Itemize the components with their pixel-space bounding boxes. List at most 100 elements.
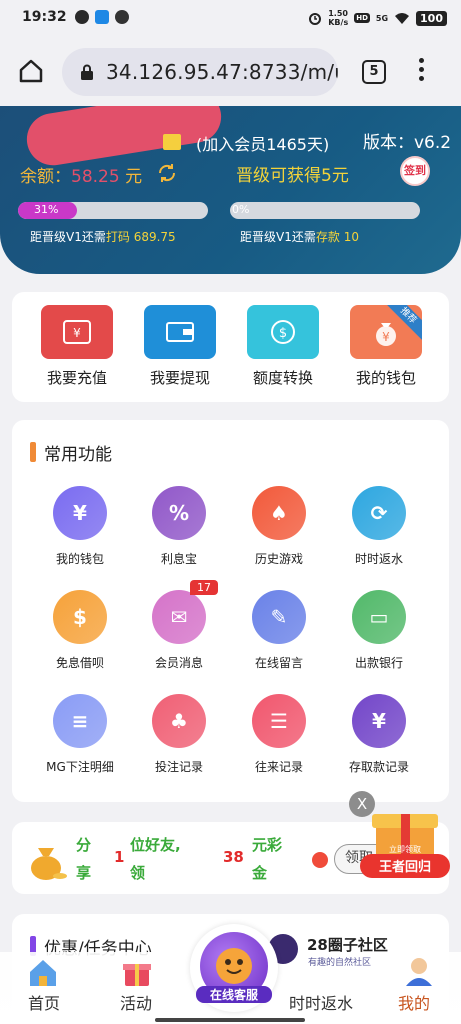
money-bag-icon — [31, 848, 67, 880]
function-item-4[interactable]: $ 免息借呗 — [30, 590, 130, 671]
deposit-requirement: 距晋级V1还需存款 10 — [240, 228, 359, 245]
invite-text-bonus-1: 元彩 — [252, 836, 283, 854]
deposit-need-value: 10 — [343, 230, 359, 244]
activity-gift-icon — [123, 964, 151, 986]
invite-text-share-1: 分 — [76, 836, 92, 854]
alarm-icon — [309, 13, 322, 25]
function-item-3[interactable]: ⟳ 时时返水 — [329, 486, 429, 567]
invite-text-share-2: 享 — [76, 864, 92, 882]
close-gift-button[interactable]: X — [349, 791, 375, 817]
bet-requirement: 距晋级V1还需打码 689.75 — [30, 228, 176, 245]
mine-avatar-icon — [406, 958, 432, 986]
notification-icons — [75, 10, 129, 24]
balance: 余额：58.25 元 — [20, 162, 142, 187]
record-icon-glyph: ☰ — [270, 709, 288, 733]
app-notify-icon — [95, 10, 109, 24]
invite-text-bonus-2: 金 — [252, 864, 268, 882]
function-item-5[interactable]: ✉ 17 会员消息 — [129, 580, 229, 671]
deposit-progress-bar: 0% — [230, 202, 420, 219]
gift-banner-text: 王者回归 — [379, 859, 431, 875]
interest-bag-icon: % — [152, 486, 206, 540]
my-wallet-quick-button[interactable]: ¥ 推荐 我的钱包 — [349, 305, 423, 388]
loan-icon-glyph: $ — [73, 605, 87, 629]
loan-icon: $ — [53, 590, 107, 644]
function-item-10[interactable]: ☰ 往来记录 — [229, 694, 329, 775]
address-bar[interactable]: 34.126.95.47:8733/m/u — [62, 48, 338, 96]
function-item-8[interactable]: ≡ MG下注明细 — [30, 694, 130, 775]
bet-detail-icon-glyph: ≡ — [71, 709, 89, 733]
account-header: (加入会员1465天) 版本：v6.2 余额：58.25 元 晋级可获得5元 签… — [0, 106, 461, 274]
function-item-7[interactable]: ▭ 出款银行 — [329, 590, 429, 671]
status-time: 19:32 — [22, 9, 67, 25]
edit-note-icon: ✎ — [252, 590, 306, 644]
withdraw-icon — [144, 305, 216, 359]
battery-indicator: 100 — [416, 10, 447, 26]
app-version: 版本：v6.2 — [363, 133, 452, 153]
bet-cards-icon: ♣ — [152, 694, 206, 748]
bet-progress-percent: 31% — [34, 203, 59, 216]
lock-icon — [81, 64, 93, 80]
balance-label: 余额： — [20, 167, 71, 187]
signin-button[interactable]: 签到 — [400, 156, 430, 186]
cards-icon: ♠ — [252, 486, 306, 540]
net-speed: 1.50 KB/s — [328, 9, 349, 27]
function-item-0[interactable]: ¥ 我的钱包 — [30, 486, 130, 567]
bet-cards-icon-glyph: ♣ — [170, 709, 188, 733]
online-service-label: 在线客服 — [196, 986, 272, 1003]
home-icon[interactable] — [18, 58, 44, 84]
function-label: 在线留言 — [254, 656, 303, 670]
wallet-icon-glyph: ¥ — [73, 501, 87, 525]
transfer-button[interactable]: $ 额度转换 — [246, 305, 320, 388]
function-label: 投注记录 — [154, 760, 203, 774]
wallet-bag-icon: ¥ 推荐 — [350, 305, 422, 359]
invite-text-friends: 位好友, — [130, 836, 181, 854]
tab-activity[interactable]: 活动 — [120, 990, 152, 1014]
mail-icon: ✉ 17 — [152, 580, 218, 644]
function-label: 往来记录 — [254, 760, 303, 774]
recharge-button[interactable]: ¥ 我要充值 — [40, 305, 114, 388]
online-service-button[interactable]: 在线客服 — [190, 924, 278, 1012]
recharge-label: 我要充值 — [46, 369, 107, 387]
status-bar: 19:32 1.50 KB/s HD 5G 100 — [0, 0, 461, 36]
my-wallet-quick-label: 我的钱包 — [355, 369, 416, 387]
function-item-11[interactable]: ¥ 存取款记录 — [329, 694, 429, 775]
transfer-label: 额度转换 — [252, 369, 313, 387]
quick-actions-card: ¥ 我要充值 我要提现 $ 额度转换 ¥ 推荐 我的钱包 — [12, 292, 449, 402]
community-title[interactable]: 28圈子社区 — [307, 934, 388, 955]
function-item-6[interactable]: ✎ 在线留言 — [229, 590, 329, 671]
deposit-need-prefix: 距晋级V1还需 — [240, 230, 316, 244]
common-functions-title: 常用功能 — [30, 441, 112, 465]
function-item-9[interactable]: ♣ 投注记录 — [129, 694, 229, 775]
invite-bonus-amount: 38 — [223, 848, 244, 866]
bank-card-icon: ▭ — [352, 590, 406, 644]
home-tab-icon — [30, 960, 56, 986]
chat-icon — [115, 10, 129, 24]
refresh-icon[interactable] — [156, 162, 178, 184]
tab-mine[interactable]: 我的 — [398, 990, 430, 1014]
withdraw-button[interactable]: 我要提现 — [143, 305, 217, 388]
more-menu-icon[interactable] — [416, 58, 426, 86]
unread-badge: 17 — [190, 580, 218, 595]
deposit-record-icon-glyph: ¥ — [372, 709, 386, 733]
redacted-username — [23, 106, 225, 170]
svg-text:$: $ — [279, 326, 287, 341]
svg-text:¥: ¥ — [382, 330, 390, 344]
member-days: (加入会员1465天) — [196, 135, 330, 154]
interest-bag-icon-glyph: % — [168, 501, 190, 525]
hd-badge: HD — [354, 13, 370, 23]
function-label: 免息借呗 — [55, 656, 104, 670]
tab-rebate[interactable]: 时时返水 — [289, 990, 353, 1014]
function-item-2[interactable]: ♠ 历史游戏 — [229, 486, 329, 567]
url-text: 34.126.95.47:8733/m/u — [106, 60, 338, 84]
function-label: 出款银行 — [354, 656, 403, 670]
wallet-icon: ¥ — [53, 486, 107, 540]
deposit-record-icon: ¥ — [352, 694, 406, 748]
bet-progress-bar: 31% — [18, 202, 208, 219]
function-item-1[interactable]: % 利息宝 — [129, 486, 229, 567]
bet-need-prefix: 距晋级V1还需 — [30, 230, 106, 244]
browser-toolbar: 34.126.95.47:8733/m/u 5 — [0, 36, 461, 106]
tab-switcher-button[interactable]: 5 — [362, 60, 386, 84]
common-functions-title-text: 常用功能 — [44, 444, 112, 465]
rebate-icon-glyph: ⟳ — [370, 501, 388, 525]
tab-home[interactable]: 首页 — [28, 990, 60, 1014]
